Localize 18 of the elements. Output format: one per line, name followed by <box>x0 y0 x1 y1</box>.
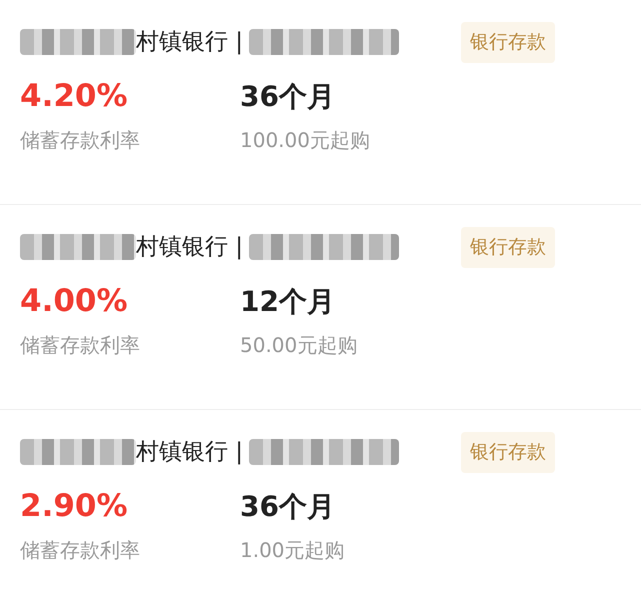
minimum-purchase: 100.00元起购 <box>240 127 371 154</box>
rate-label: 储蓄存款利率 <box>20 332 141 359</box>
rate-label: 储蓄存款利率 <box>20 537 141 564</box>
term: 36个月 <box>240 488 336 524</box>
category-tag: 银行存款 <box>461 432 555 472</box>
category-tag: 银行存款 <box>461 22 555 62</box>
term: 12个月 <box>240 284 336 320</box>
minimum-purchase: 50.00元起购 <box>240 332 358 359</box>
term: 36个月 <box>240 78 336 114</box>
category-tag: 银行存款 <box>461 227 555 268</box>
interest-rate: 4.00% <box>20 282 129 320</box>
bank-name: 村镇银行 | <box>136 233 244 262</box>
bank-name: 村镇银行 | <box>136 28 244 57</box>
interest-rate: 4.20% <box>20 76 129 116</box>
interest-rate: 2.90% <box>20 486 129 526</box>
bank-name: 村镇银行 | <box>136 438 244 467</box>
rate-label: 储蓄存款利率 <box>20 127 141 154</box>
minimum-purchase: 1.00元起购 <box>240 537 346 564</box>
